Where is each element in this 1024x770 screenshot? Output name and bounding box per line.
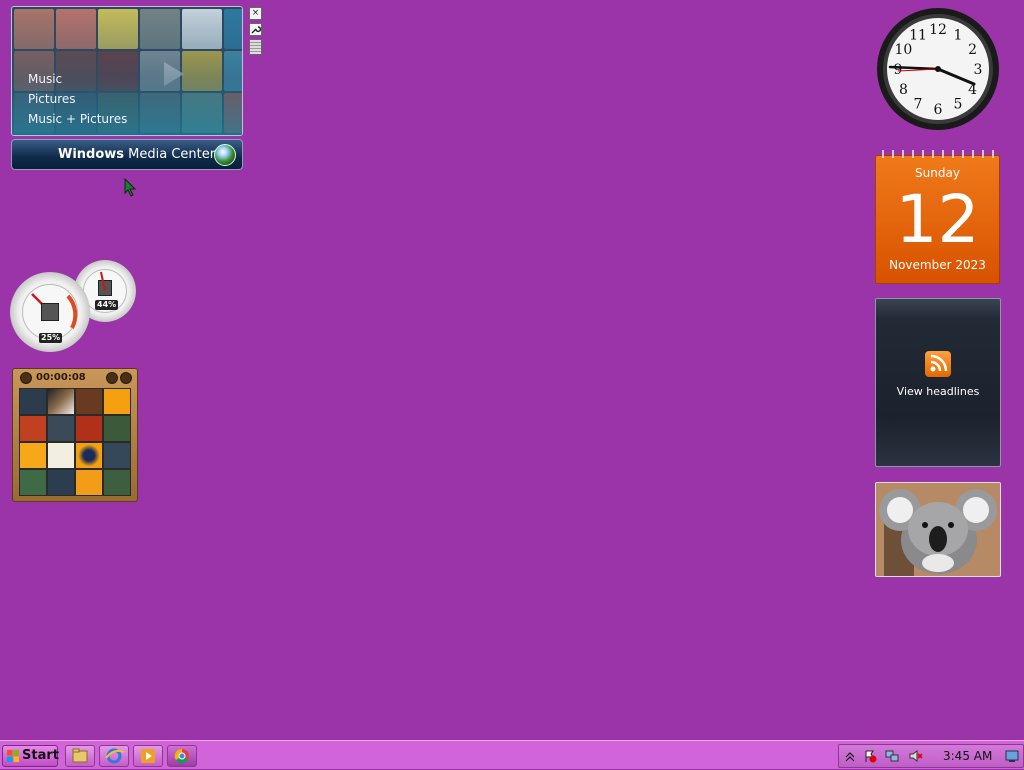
taskbar: Start 3:45 AM (0, 740, 1024, 769)
puzzle-help-button[interactable] (106, 372, 118, 384)
clock-numeral: 3 (974, 62, 983, 78)
analog-clock-gadget[interactable]: 12 1234567891011 (876, 7, 1000, 131)
taskbar-clock[interactable]: 3:45 AM (943, 749, 992, 763)
ram-percent: 44% (95, 300, 119, 310)
menu-item-music-pictures[interactable]: Music + Pictures (28, 109, 127, 129)
menu-item-music[interactable]: Music (28, 69, 127, 89)
calendar-day-of-week: Sunday (915, 166, 960, 180)
calendar-day-number: 12 (895, 181, 980, 258)
action-center-flag-icon[interactable] (863, 749, 877, 763)
view-headlines-link[interactable]: View headlines (876, 385, 1000, 398)
clock-numeral: 9 (894, 62, 903, 78)
gadget-options-button[interactable] (249, 23, 262, 36)
puzzle-header: 00:00:08 (16, 371, 132, 385)
start-label: Start (22, 748, 59, 763)
chrome-button[interactable] (167, 745, 197, 767)
puzzle-previous-button[interactable] (20, 372, 32, 384)
slideshow-gadget[interactable] (875, 482, 1001, 577)
windows-orb-icon (214, 144, 236, 166)
folder-icon (72, 748, 88, 763)
mouse-cursor-icon (124, 178, 137, 197)
calendar-month-year: November 2023 (889, 258, 986, 272)
volume-muted-icon[interactable] (909, 749, 923, 763)
system-tray: 3:45 AM (838, 744, 1024, 768)
calendar-page[interactable]: Sunday 12 November 2023 (875, 155, 1000, 284)
cpu-dial: 25% (10, 272, 90, 352)
network-icon[interactable] (885, 749, 899, 763)
clock-numeral: 6 (934, 102, 943, 118)
media-center-tiles[interactable]: Music Pictures Music + Pictures (11, 6, 243, 136)
clock-numeral: 2 (968, 42, 977, 58)
koala-photo (876, 483, 1000, 576)
wrench-icon (251, 26, 262, 34)
picture-puzzle-gadget[interactable]: 00:00:08 (12, 368, 138, 502)
cpu-percent: 25% (39, 333, 63, 343)
clock-numeral: 10 (894, 42, 912, 58)
clock-numeral: 5 (954, 97, 963, 113)
calendar-binding-rings (882, 150, 994, 158)
show-hidden-icons-chevron-icon[interactable] (843, 749, 857, 763)
clock-numeral: 1 (954, 27, 963, 43)
puzzle-shuffle-button[interactable] (120, 372, 132, 384)
show-desktop-icon[interactable] (1005, 749, 1019, 763)
close-gadget-button[interactable]: × (249, 7, 262, 20)
internet-explorer-icon (105, 748, 125, 764)
processor-chip-icon (41, 303, 59, 321)
file-explorer-button[interactable] (65, 745, 95, 767)
clock-numeral: 12 (929, 22, 947, 38)
media-center-title: Windows Media Center (58, 147, 216, 162)
puzzle-timer: 00:00:08 (36, 372, 86, 383)
media-player-button[interactable] (133, 745, 163, 767)
chrome-icon (174, 748, 189, 764)
clock-numeral: 8 (899, 82, 908, 98)
gadget-toolbar: × (249, 7, 262, 58)
calendar-gadget[interactable]: Sunday 12 November 2023 (875, 147, 1000, 284)
start-button[interactable]: Start (2, 745, 59, 767)
media-center-title-bar[interactable]: Windows Media Center (11, 139, 243, 170)
clock-numeral: 11 (909, 27, 927, 43)
media-player-icon (141, 749, 155, 763)
drag-handle[interactable] (249, 39, 262, 55)
internet-explorer-button[interactable] (99, 745, 129, 767)
cpu-meter-gadget[interactable]: 44% 25% (10, 258, 138, 354)
feed-headlines-gadget[interactable]: View headlines (875, 298, 1001, 467)
windows-flag-icon (7, 750, 19, 762)
puzzle-board[interactable] (19, 388, 131, 496)
clock-numeral: 7 (914, 97, 923, 113)
menu-item-pictures[interactable]: Pictures (28, 89, 127, 109)
media-center-gadget[interactable]: Music Pictures Music + Pictures Windows … (11, 6, 243, 171)
rss-feed-icon (925, 351, 951, 377)
